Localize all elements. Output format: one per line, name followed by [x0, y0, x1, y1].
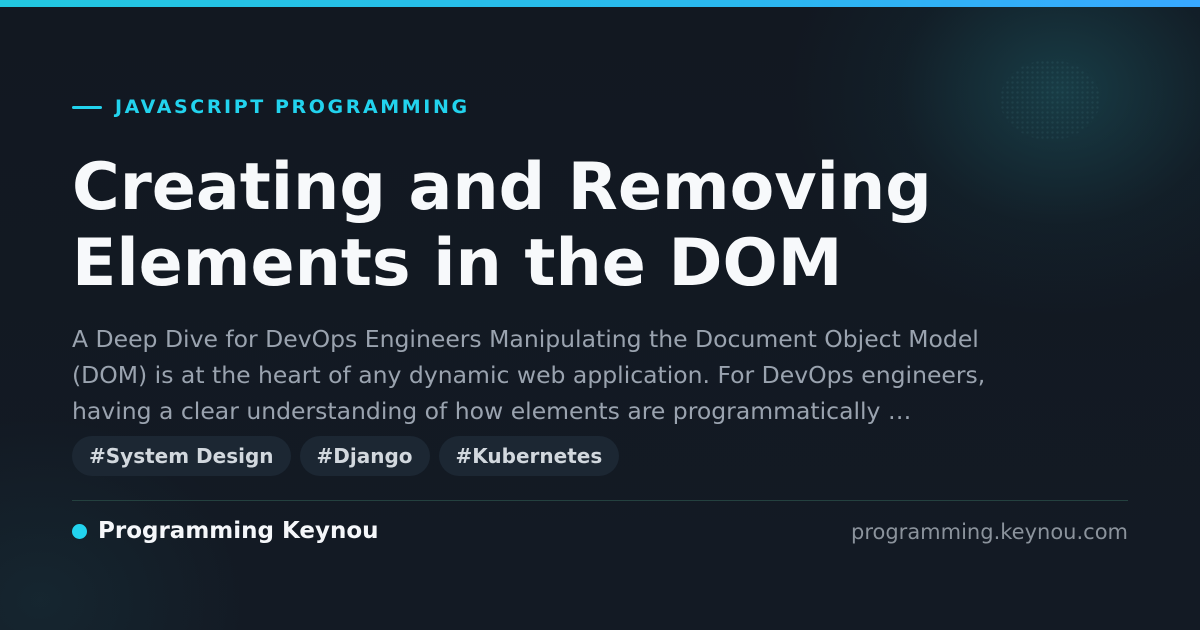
- footer-divider: [72, 500, 1128, 501]
- tag-django[interactable]: #Django: [299, 436, 430, 476]
- tag-system-design[interactable]: #System Design: [72, 436, 291, 476]
- category-accent-line: [72, 105, 102, 109]
- social-card: JAVASCRIPT PROGRAMMING Creating and Remo…: [0, 0, 1200, 630]
- brand-dot-icon: [72, 523, 87, 539]
- article-description: A Deep Dive for DevOps Engineers Manipul…: [72, 321, 1132, 429]
- tag-kubernetes[interactable]: #Kubernetes: [438, 436, 620, 476]
- description-line: having a clear understanding of how elem…: [72, 397, 912, 425]
- tag-list: #System Design #Django #Kubernetes: [72, 436, 628, 476]
- description-line: A Deep Dive for DevOps Engineers Manipul…: [72, 325, 979, 353]
- article-title: Creating and Removing Elements in the DO…: [72, 150, 1152, 302]
- decorative-dot-pattern: [1000, 60, 1100, 140]
- title-line: Creating and Removing: [72, 150, 932, 225]
- description-line: (DOM) is at the heart of any dynamic web…: [72, 361, 986, 389]
- category-text: JAVASCRIPT PROGRAMMING: [115, 96, 470, 118]
- category-label: JAVASCRIPT PROGRAMMING: [72, 96, 470, 118]
- accent-top-bar: [0, 0, 1200, 7]
- brand[interactable]: Programming Keynou: [72, 518, 379, 544]
- brand-name: Programming Keynou: [98, 518, 379, 544]
- title-line: Elements in the DOM: [72, 226, 843, 301]
- site-url[interactable]: programming.keynou.com: [851, 520, 1128, 544]
